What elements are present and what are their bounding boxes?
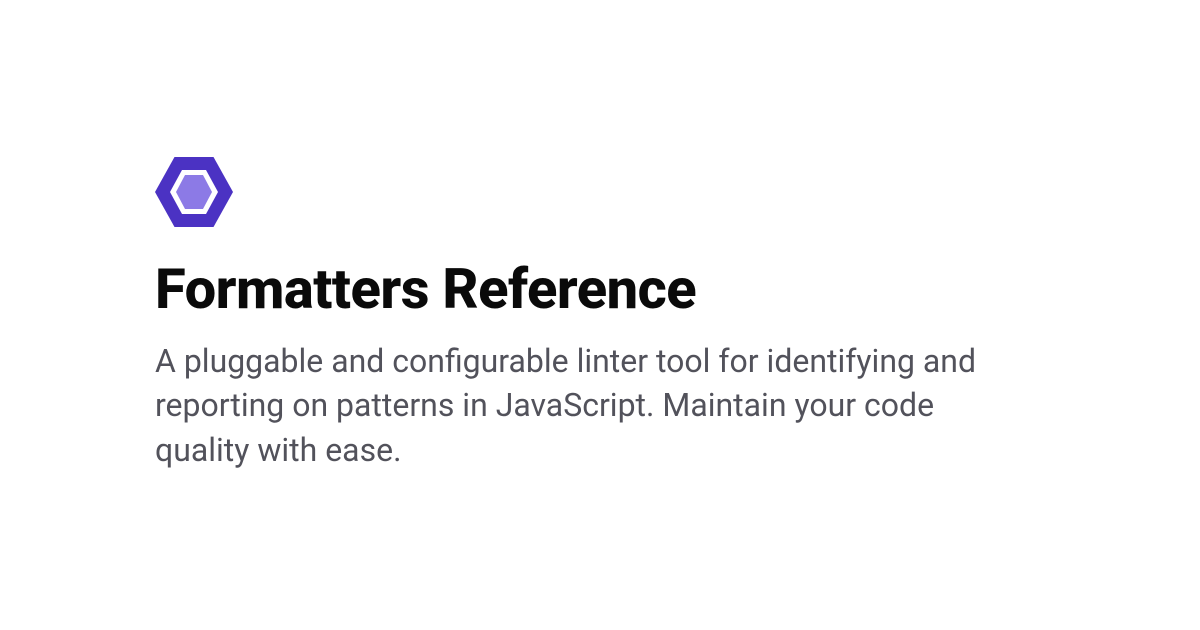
eslint-logo — [155, 157, 1080, 231]
page-description: A pluggable and configurable linter tool… — [155, 339, 1035, 473]
page-title: Formatters Reference — [155, 259, 1080, 321]
